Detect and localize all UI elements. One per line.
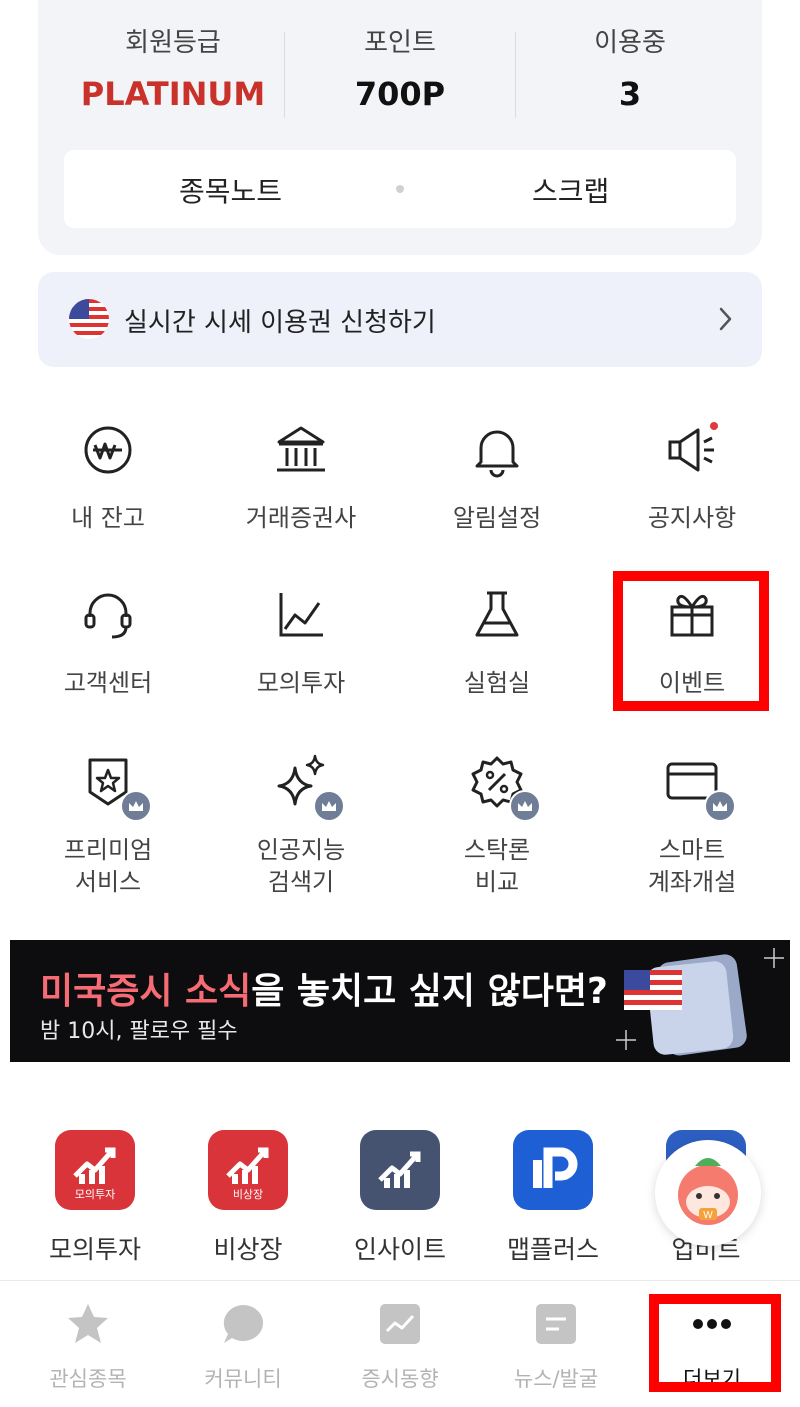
menu-alert-settings[interactable]: 알림설정 (407, 420, 587, 534)
bank-icon (271, 420, 331, 480)
menu-label: 스탁론 비교 (463, 836, 531, 896)
menu-event[interactable]: 이벤트 (602, 585, 782, 699)
tab-community[interactable]: 커뮤니티 (163, 1301, 323, 1393)
banner-headline: 미국증시 소식을 놓치고 싶지 않다면? (40, 971, 608, 1012)
us-market-banner[interactable]: 미국증시 소식을 놓치고 싶지 않다면? 밤 10시, 팔로우 필수 (10, 940, 790, 1062)
gift-icon (662, 585, 722, 645)
news-icon (536, 1304, 576, 1344)
inuse-stat[interactable]: 이용중 3 (515, 22, 745, 113)
megaphone-icon (662, 420, 722, 480)
crown-badge-icon (313, 790, 345, 822)
tab-label: 더보기 (683, 1367, 741, 1391)
menu-my-balance[interactable]: 내 잔고 (18, 420, 198, 534)
menu-lab[interactable]: 실험실 (407, 585, 587, 699)
menu-label: 고객센터 (63, 669, 153, 697)
more-dots-icon (693, 1319, 731, 1329)
inuse-label: 이용중 (594, 28, 666, 58)
menu-smart-account[interactable]: 스마트 계좌개설 (602, 752, 782, 898)
app-unlisted[interactable]: 비상장 비상장 (168, 1130, 328, 1266)
menu-label: 프리미엄 서비스 (63, 836, 153, 896)
menu-ai-search[interactable]: 인공지능 검색기 (211, 752, 391, 898)
flask-icon (467, 585, 527, 645)
points-stat[interactable]: 포인트 700P (285, 22, 515, 113)
app-name: 모의투자 (48, 1235, 141, 1264)
tab-watchlist[interactable]: 관심종목 (8, 1301, 168, 1393)
membership-card: 회원등급 PLATINUM 포인트 700P 이용중 3 종목노트 스크랩 (38, 0, 762, 255)
star-icon (68, 1304, 108, 1343)
scrap-button[interactable]: 스크랩 (532, 170, 609, 210)
app-name: 비상장 (213, 1235, 283, 1264)
tab-news[interactable]: 뉴스/발굴 (476, 1301, 636, 1393)
insight-app-icon (360, 1130, 440, 1210)
app-mapplus[interactable]: 맵플러스 (473, 1130, 633, 1266)
menu-label: 스마트 계좌개설 (647, 836, 737, 896)
chevron-right-icon (719, 307, 732, 331)
points-value: 700P (354, 75, 446, 113)
percent-badge-icon (467, 752, 541, 822)
app-name: 맵플러스 (506, 1235, 599, 1264)
menu-label: 이벤트 (658, 669, 726, 697)
menu-premium-service[interactable]: 프리미엄 서비스 (18, 752, 198, 898)
mock-investment-app-icon: 모의투자 (55, 1130, 135, 1210)
won-coin-icon (78, 420, 138, 480)
tab-label: 뉴스/발굴 (513, 1367, 599, 1391)
banner-illustration-icon (616, 948, 784, 1056)
separator-dot (396, 185, 404, 193)
menu-label: 실험실 (463, 669, 531, 697)
tab-more[interactable]: 더보기 (632, 1301, 792, 1393)
menu-mock-investment[interactable]: 모의투자 (211, 585, 391, 699)
points-label: 포인트 (364, 28, 436, 58)
menu-label: 인공지능 검색기 (256, 836, 346, 896)
bottom-tab-bar: 관심종목 커뮤니티 증시동향 뉴스/발굴 더보기 (0, 1280, 800, 1407)
menu-label: 내 잔고 (71, 504, 145, 532)
menu-stock-loan[interactable]: 스탁론 비교 (407, 752, 587, 898)
svg-text:W: W (703, 1210, 713, 1221)
line-chart-icon (271, 585, 331, 645)
sparkle-icon (271, 752, 345, 822)
menu-customer-center[interactable]: 고객센터 (18, 585, 198, 699)
grade-label: 회원등급 (125, 28, 221, 58)
realtime-quote-promo[interactable]: 실시간 시세 이용권 신청하기 (38, 272, 762, 367)
menu-label: 모의투자 (256, 669, 346, 697)
app-insight[interactable]: 인사이트 (320, 1130, 480, 1266)
stock-note-button[interactable]: 종목노트 (179, 170, 282, 210)
premium-badge-icon (78, 752, 152, 822)
us-flag-icon (69, 299, 109, 339)
promo-text: 실시간 시세 이용권 신청하기 (124, 308, 436, 338)
card-icon (662, 752, 736, 822)
bell-icon (467, 420, 527, 480)
chat-bubble-icon (223, 1304, 264, 1343)
tab-market-trend[interactable]: 증시동향 (320, 1301, 480, 1393)
tab-label: 커뮤니티 (204, 1367, 282, 1391)
floating-assistant-button[interactable]: W (655, 1140, 761, 1246)
unlisted-app-icon: 비상장 (208, 1130, 288, 1210)
inuse-value: 3 (618, 75, 642, 113)
menu-label: 거래증권사 (245, 504, 357, 532)
crown-badge-icon (704, 790, 736, 822)
note-scrap-bar: 종목노트 스크랩 (64, 150, 736, 228)
menu-label: 공지사항 (647, 504, 737, 532)
app-name: 인사이트 (353, 1235, 446, 1264)
grade-value: PLATINUM (80, 75, 266, 113)
crown-badge-icon (509, 790, 541, 822)
app-mock-investment[interactable]: 모의투자 모의투자 (15, 1130, 175, 1266)
banner-subtext: 밤 10시, 팔로우 필수 (40, 1019, 238, 1044)
menu-notice[interactable]: 공지사항 (602, 420, 782, 534)
mapplus-app-icon (513, 1130, 593, 1210)
menu-label: 알림설정 (452, 504, 542, 532)
menu-brokerage[interactable]: 거래증권사 (211, 420, 391, 534)
tab-label: 관심종목 (49, 1367, 127, 1391)
trend-icon (380, 1304, 420, 1344)
mascot-icon: W (678, 1158, 738, 1225)
tab-label: 증시동향 (361, 1367, 439, 1391)
crown-badge-icon (120, 790, 152, 822)
grade-stat[interactable]: 회원등급 PLATINUM (58, 22, 288, 113)
headset-icon (78, 585, 138, 645)
